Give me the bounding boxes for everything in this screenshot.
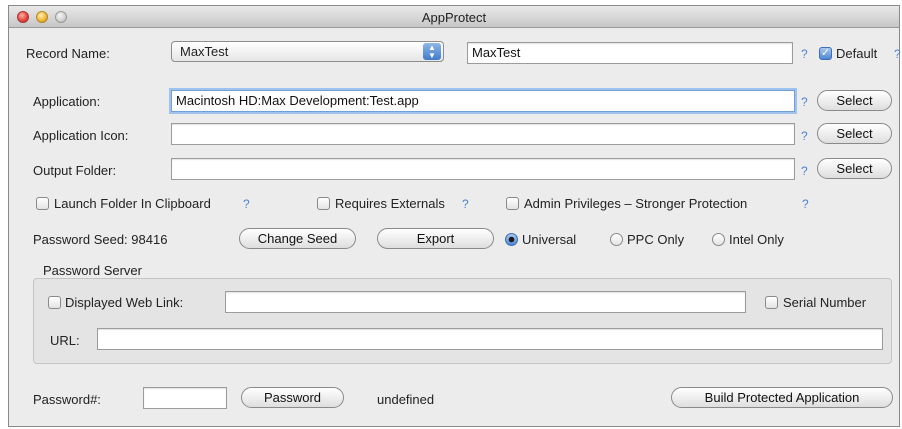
url-label: URL: bbox=[50, 333, 80, 348]
password-number-field[interactable] bbox=[143, 387, 227, 409]
password-seed-label: Password Seed: 98416 bbox=[33, 232, 168, 247]
password-server-title: Password Server bbox=[43, 263, 142, 278]
launch-folder-label: Launch Folder In Clipboard bbox=[54, 196, 211, 211]
requires-externals-label: Requires Externals bbox=[335, 196, 445, 211]
popup-arrows-icon: ▲ ▼ bbox=[423, 43, 441, 60]
intel-only-label: Intel Only bbox=[729, 232, 784, 247]
password-result-text: undefined bbox=[377, 392, 435, 407]
application-help-icon[interactable]: ? bbox=[801, 95, 808, 109]
build-protected-application-button[interactable]: Build Protected Application bbox=[671, 387, 893, 408]
admin-privileges-label: Admin Privileges – Stronger Protection bbox=[524, 196, 748, 211]
record-name-popup[interactable]: MaxTest ▲ ▼ bbox=[171, 41, 444, 62]
admin-privileges-help-icon[interactable]: ? bbox=[802, 197, 809, 211]
output-folder-field[interactable] bbox=[171, 158, 795, 180]
application-icon-field[interactable] bbox=[171, 123, 795, 145]
output-folder-help-icon[interactable]: ? bbox=[801, 164, 808, 178]
application-field-value: Macintosh HD:Max Development:Test.app bbox=[176, 93, 419, 108]
admin-privileges-checkbox[interactable] bbox=[506, 197, 519, 210]
password-server-group: Displayed Web Link: Serial Number URL: bbox=[33, 278, 892, 364]
title-bar: AppProtect bbox=[9, 6, 899, 28]
universal-radio[interactable] bbox=[505, 233, 518, 246]
application-icon-help-icon[interactable]: ? bbox=[801, 129, 808, 143]
serial-number-checkbox[interactable] bbox=[765, 296, 778, 309]
default-label: Default bbox=[836, 46, 878, 61]
change-seed-button[interactable]: Change Seed bbox=[239, 228, 356, 249]
launch-folder-help-icon[interactable]: ? bbox=[243, 197, 250, 211]
application-select-button[interactable]: Select bbox=[817, 90, 892, 111]
output-folder-label: Output Folder: bbox=[33, 163, 117, 178]
universal-label: Universal bbox=[522, 232, 577, 247]
serial-number-label: Serial Number bbox=[783, 295, 867, 310]
default-help-icon[interactable]: ? bbox=[894, 47, 901, 61]
application-icon-select-button[interactable]: Select bbox=[817, 123, 892, 144]
application-icon-label: Application Icon: bbox=[33, 128, 129, 143]
ppc-only-radio[interactable] bbox=[610, 233, 623, 246]
url-field[interactable] bbox=[97, 328, 883, 350]
displayed-web-link-field[interactable] bbox=[225, 291, 746, 313]
launch-folder-checkbox[interactable] bbox=[36, 197, 49, 210]
displayed-web-link-checkbox[interactable] bbox=[48, 296, 61, 309]
record-name-label: Record Name: bbox=[26, 46, 110, 61]
record-name-field[interactable]: MaxTest bbox=[467, 42, 793, 64]
window-title: AppProtect bbox=[421, 10, 487, 25]
displayed-web-link-label: Displayed Web Link: bbox=[65, 295, 184, 310]
requires-externals-checkbox[interactable] bbox=[317, 197, 330, 210]
default-checkbox[interactable]: ✓ bbox=[819, 47, 832, 60]
app-window: AppProtect Record Name: MaxTest ▲ ▼ MaxTe… bbox=[8, 5, 901, 427]
requires-externals-help-icon[interactable]: ? bbox=[462, 197, 469, 211]
record-name-field-value: MaxTest bbox=[472, 45, 521, 60]
export-button[interactable]: Export bbox=[377, 228, 494, 249]
intel-only-radio[interactable] bbox=[712, 233, 725, 246]
ppc-only-label: PPC Only bbox=[627, 232, 685, 247]
record-name-popup-value: MaxTest bbox=[180, 44, 229, 59]
application-field[interactable]: Macintosh HD:Max Development:Test.app bbox=[171, 90, 795, 112]
password-button[interactable]: Password bbox=[241, 387, 344, 408]
application-label: Application: bbox=[33, 94, 101, 109]
password-number-label: Password#: bbox=[33, 392, 101, 407]
output-folder-select-button[interactable]: Select bbox=[817, 158, 892, 179]
record-help-icon[interactable]: ? bbox=[801, 47, 808, 61]
